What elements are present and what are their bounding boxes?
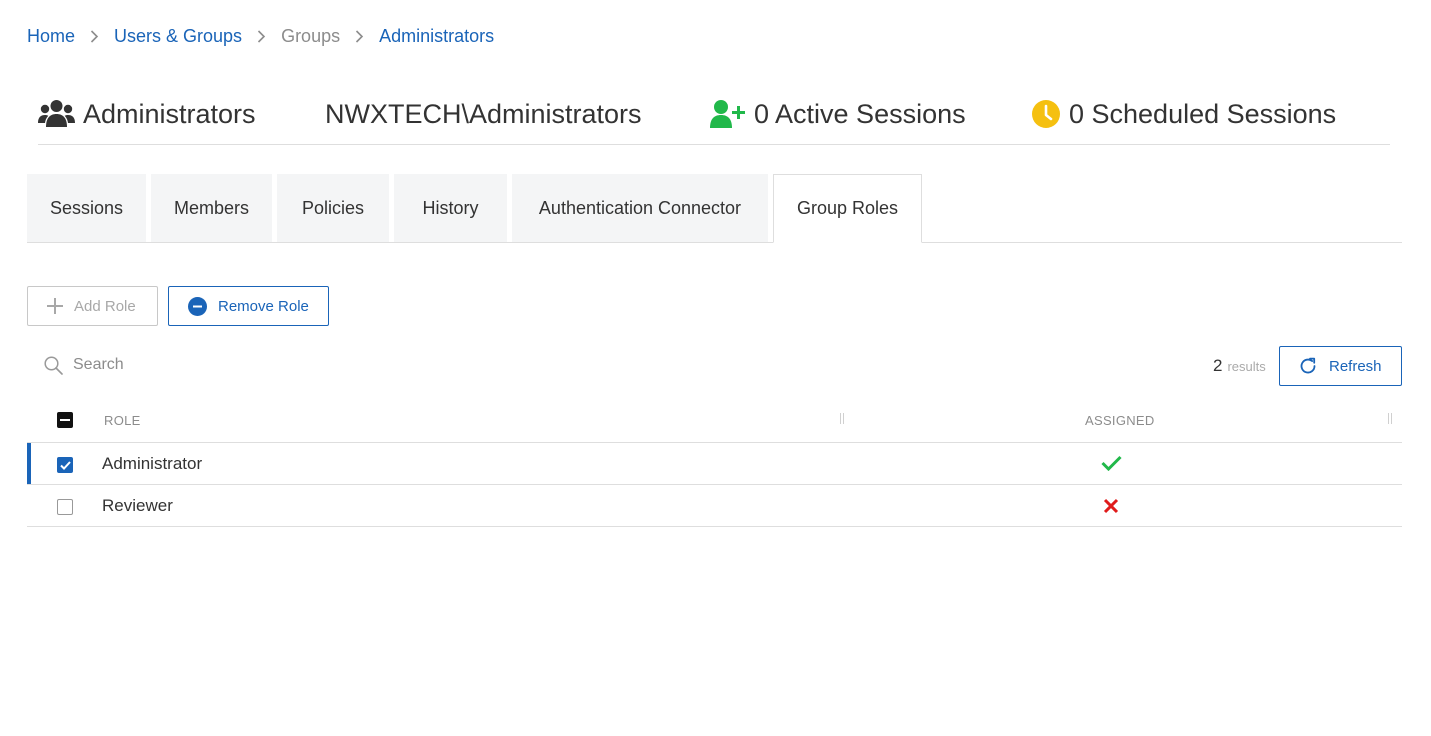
breadcrumb-users-groups[interactable]: Users & Groups	[114, 26, 242, 47]
row-checkbox[interactable]	[57, 457, 73, 473]
breadcrumb-groups: Groups	[281, 25, 341, 46]
not-assigned-x-icon	[1101, 498, 1119, 519]
select-all-checkbox[interactable]	[57, 412, 73, 428]
user-plus-icon	[710, 100, 745, 128]
scheduled-sessions: 0 Scheduled Sessions	[1031, 92, 1336, 136]
role-name: Administrator	[102, 454, 203, 473]
results-count: 2 results	[1213, 356, 1266, 375]
tab-policies[interactable]: Policies	[277, 174, 389, 242]
role-name: Reviewer	[102, 496, 173, 515]
active-sessions: 0 Active Sessions	[710, 92, 966, 136]
tab-authentication-connector[interactable]: Authentication Connector	[512, 174, 768, 242]
breadcrumb-home[interactable]: Home	[27, 26, 75, 47]
search-input[interactable]	[71, 355, 275, 375]
group-header: Administrators NWXTECH\Administrators 0 …	[38, 92, 1390, 145]
group-qualified-name: NWXTECH\Administrators	[325, 98, 642, 129]
table-header: ROLE ASSIGNED	[27, 398, 1402, 443]
tab-members[interactable]: Members	[151, 174, 272, 242]
remove-role-button[interactable]: Remove Role	[168, 286, 329, 326]
tab-group-roles[interactable]: Group Roles	[773, 174, 922, 243]
table-row[interactable]: Administrator	[27, 443, 1402, 485]
tab-sessions[interactable]: Sessions	[27, 174, 146, 242]
row-checkbox[interactable]	[57, 499, 73, 515]
column-header-assigned[interactable]: ASSIGNED	[1085, 413, 1155, 428]
column-header-role[interactable]: ROLE	[104, 413, 141, 428]
column-resize-handle[interactable]	[1388, 413, 1392, 424]
chevron-right-icon	[355, 29, 364, 43]
minus-circle-icon	[188, 296, 207, 316]
search-box	[44, 353, 275, 377]
tab-history[interactable]: History	[394, 174, 507, 242]
group-name: Administrators	[83, 98, 256, 129]
refresh-button[interactable]: Refresh	[1279, 346, 1402, 386]
check-icon	[59, 460, 71, 470]
group-title: Administrators	[38, 92, 256, 136]
plus-icon	[47, 298, 63, 314]
add-role-button[interactable]: Add Role	[27, 286, 158, 326]
tab-bar: Sessions Members Policies History Authen…	[27, 174, 1402, 243]
chevron-right-icon	[257, 29, 266, 43]
clock-icon	[1032, 100, 1060, 128]
chevron-right-icon	[90, 29, 99, 43]
search-icon	[44, 355, 63, 375]
assigned-check-icon	[1101, 455, 1122, 476]
minus-icon	[60, 419, 70, 421]
breadcrumb-administrators[interactable]: Administrators	[379, 26, 494, 47]
refresh-icon	[1300, 357, 1316, 374]
breadcrumb: Home Users & Groups Groups Administrator…	[27, 24, 494, 48]
roles-table: ROLE ASSIGNED Administrator Reviewer	[27, 398, 1402, 527]
users-icon	[38, 100, 75, 127]
column-resize-handle[interactable]	[840, 413, 844, 424]
table-row[interactable]: Reviewer	[27, 485, 1402, 527]
